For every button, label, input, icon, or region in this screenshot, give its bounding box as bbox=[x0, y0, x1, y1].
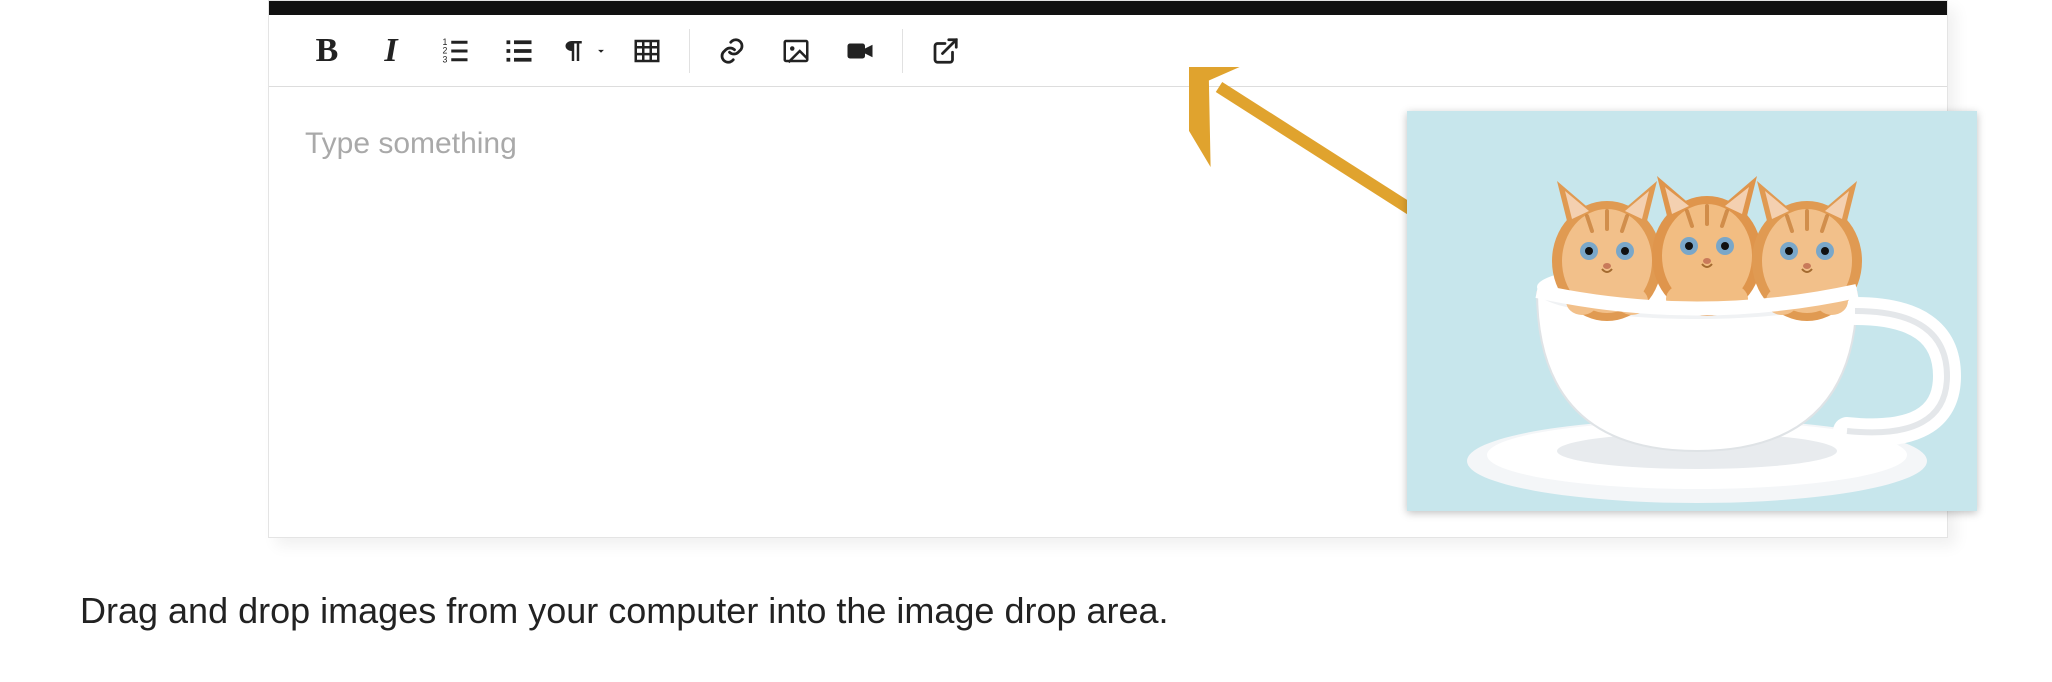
bold-icon: B bbox=[316, 32, 339, 70]
link-icon bbox=[717, 36, 747, 66]
chevron-down-icon bbox=[594, 44, 608, 58]
external-link-icon bbox=[930, 36, 960, 66]
pilcrow-icon bbox=[558, 36, 588, 66]
bold-button[interactable]: B bbox=[295, 21, 359, 81]
instruction-caption: Drag and drop images from your computer … bbox=[80, 590, 1169, 632]
link-button[interactable] bbox=[700, 21, 764, 81]
popout-button[interactable] bbox=[913, 21, 977, 81]
italic-icon: I bbox=[384, 32, 397, 70]
video-button[interactable] bbox=[828, 21, 892, 81]
table-icon bbox=[632, 36, 662, 66]
unordered-list-icon bbox=[504, 36, 534, 66]
window-titlebar-strip bbox=[269, 1, 1947, 15]
image-icon bbox=[781, 36, 811, 66]
unordered-list-button[interactable] bbox=[487, 21, 551, 81]
ordered-list-button[interactable]: 1 2 3 bbox=[423, 21, 487, 81]
svg-text:3: 3 bbox=[443, 54, 448, 64]
ordered-list-icon: 1 2 3 bbox=[440, 36, 470, 66]
table-button[interactable] bbox=[615, 21, 679, 81]
image-button[interactable] bbox=[764, 21, 828, 81]
paragraph-format-button[interactable] bbox=[551, 21, 615, 81]
video-icon bbox=[845, 36, 875, 66]
toolbar-separator bbox=[689, 29, 690, 73]
rich-text-editor: B I 1 2 3 bbox=[268, 0, 1948, 538]
editor-toolbar: B I 1 2 3 bbox=[269, 15, 1947, 87]
dragged-image-preview[interactable] bbox=[1407, 111, 1977, 511]
italic-button[interactable]: I bbox=[359, 21, 423, 81]
toolbar-separator bbox=[902, 29, 903, 73]
